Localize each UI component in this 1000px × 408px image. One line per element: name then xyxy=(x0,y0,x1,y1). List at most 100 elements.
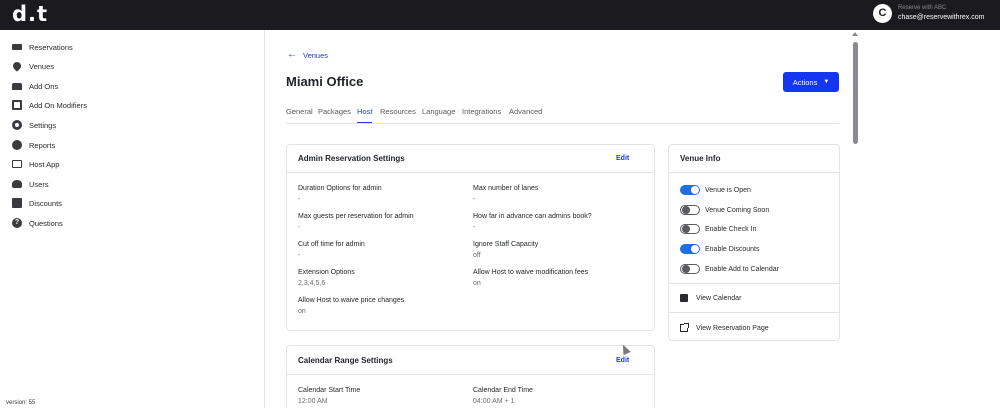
card-title: Admin Reservation Settings xyxy=(298,154,405,163)
tab-language[interactable]: Language xyxy=(422,107,455,123)
user-org: Reserve with ABC xyxy=(898,5,947,11)
toggle-row-check-in: Enable Check In xyxy=(680,223,756,235)
sidebar-item-users[interactable]: Users xyxy=(12,176,49,192)
card-divider xyxy=(669,312,839,313)
reports-icon xyxy=(12,140,22,150)
sidebar-item-label: Reports xyxy=(29,140,56,150)
users-icon xyxy=(12,180,22,188)
card-title: Venue Info xyxy=(680,154,721,163)
actions-button[interactable]: Actions ▼ xyxy=(783,72,839,92)
discount-icon xyxy=(12,198,22,208)
tab-integrations[interactable]: Integrations xyxy=(462,107,501,123)
top-bar: d.t C Reserve with ABC chase@reservewith… xyxy=(0,0,1000,30)
sidebar-item-label: Add On Modifiers xyxy=(29,100,87,110)
card-divider xyxy=(669,283,839,284)
field-label: Extension Options xyxy=(298,269,355,276)
sidebar-item-settings[interactable]: Settings xyxy=(12,117,56,133)
sidebar-item-label: Users xyxy=(29,179,49,189)
toggle-row-discounts: Enable Discounts xyxy=(680,243,759,255)
tab-general[interactable]: General xyxy=(286,107,313,123)
external-link-icon xyxy=(680,323,689,332)
sidebar-item-questions[interactable]: ? Questions xyxy=(12,215,63,231)
app-logo[interactable]: d.t xyxy=(12,3,48,25)
scrollbar-thumb[interactable] xyxy=(853,42,858,144)
field-value: 2,3,4,5,6 xyxy=(298,280,326,287)
scroll-up-arrow-icon[interactable] xyxy=(852,32,858,36)
monitor-icon xyxy=(12,160,22,168)
field-value: on xyxy=(298,308,306,315)
venue-open-toggle[interactable] xyxy=(680,185,700,195)
sidebar-item-discounts[interactable]: Discounts xyxy=(12,195,62,211)
tab-resources[interactable]: Resources xyxy=(380,107,416,123)
sidebar-item-host-app[interactable]: Host App xyxy=(12,156,59,172)
sidebar: Reservations Venues Add Ons Add On Modif… xyxy=(0,30,265,408)
calendar-range-settings-card: Calendar Range Settings Edit Calendar St… xyxy=(286,345,655,408)
card-divider xyxy=(669,172,839,173)
field-label: Allow Host to waive price changes xyxy=(298,297,405,304)
field-value: 12:00 AM xyxy=(298,398,328,405)
user-email[interactable]: chase@reservewithrex.com xyxy=(898,14,984,21)
sidebar-item-label: Host App xyxy=(29,159,60,169)
chevron-down-icon: ▼ xyxy=(823,79,830,85)
toggle-row-add-to-calendar: Enable Add to Calendar xyxy=(680,263,779,275)
sidebar-item-label: Add Ons xyxy=(29,81,59,91)
field-label: Max guests per reservation for admin xyxy=(298,213,414,220)
sidebar-item-label: Questions xyxy=(29,218,63,228)
sidebar-item-label: Discounts xyxy=(29,198,62,208)
enable-discounts-toggle[interactable] xyxy=(680,244,700,254)
toggle-row-coming-soon: Venue Coming Soon xyxy=(680,204,769,216)
toggle-label: Venue is Open xyxy=(705,186,751,194)
actions-label: Actions xyxy=(792,77,818,87)
field-value: 04:00 AM + 1 xyxy=(473,398,515,405)
toggle-label: Venue Coming Soon xyxy=(705,206,770,214)
admin-reservation-settings-card: Admin Reservation Settings Edit Duration… xyxy=(286,144,655,331)
question-icon: ? xyxy=(12,218,22,228)
card-title: Calendar Range Settings xyxy=(298,356,393,365)
sidebar-item-add-on-modifiers[interactable]: Add On Modifiers xyxy=(12,97,87,113)
field-value: - xyxy=(473,196,476,203)
toggle-label: Enable Add to Calendar xyxy=(705,265,779,273)
enable-check-in-toggle[interactable] xyxy=(680,224,700,234)
sidebar-item-venues[interactable]: Venues xyxy=(11,58,55,74)
sidebar-item-label: Reservations xyxy=(29,42,73,52)
sidebar-item-label: Venues xyxy=(29,61,55,71)
page-title: Miami Office xyxy=(286,74,364,89)
card-divider xyxy=(287,172,654,173)
tab-advanced[interactable]: Advanced xyxy=(509,107,542,123)
venue-coming-soon-toggle[interactable] xyxy=(680,205,700,215)
field-label: Allow Host to waive modification fees xyxy=(473,269,589,276)
field-value: on xyxy=(473,280,481,287)
back-arrow-icon[interactable]: ← xyxy=(287,50,297,60)
field-value: - xyxy=(298,224,301,231)
toggle-row-venue-open: Venue is Open xyxy=(680,184,751,196)
enable-add-to-calendar-toggle[interactable] xyxy=(680,264,700,274)
tab-packages[interactable]: Packages xyxy=(318,107,351,123)
field-label: Ignore Staff Capacity xyxy=(473,241,539,248)
sidebar-item-add-ons[interactable]: Add Ons xyxy=(12,78,58,94)
sidebar-item-reservations[interactable]: Reservations xyxy=(12,39,73,55)
tab-bar: General Packages Host Resources Language… xyxy=(286,102,839,124)
field-label: Max number of lanes xyxy=(473,185,539,192)
sidebar-item-label: Settings xyxy=(29,120,57,130)
field-value: - xyxy=(473,224,476,231)
field-label: Calendar Start Time xyxy=(298,387,361,394)
link-label: View Calendar xyxy=(696,294,742,302)
edit-calendar-range-button[interactable]: Edit xyxy=(616,357,629,364)
map-pin-icon xyxy=(11,60,23,72)
field-value: - xyxy=(298,196,301,203)
edit-admin-settings-button[interactable]: Edit xyxy=(616,155,629,162)
field-label: Calendar End Time xyxy=(473,387,533,394)
card-divider xyxy=(287,374,654,375)
gear-icon xyxy=(12,120,22,130)
field-value: - xyxy=(298,252,301,259)
view-calendar-link[interactable]: View Calendar xyxy=(680,292,741,304)
view-reservation-page-link[interactable]: View Reservation Page xyxy=(680,322,769,334)
sidebar-item-reports[interactable]: Reports xyxy=(12,137,55,153)
user-avatar[interactable]: C xyxy=(873,4,892,23)
back-link[interactable]: Venues xyxy=(303,51,328,60)
venue-info-card: Venue Info Venue is Open Venue Coming So… xyxy=(668,144,840,341)
modifiers-icon xyxy=(12,100,22,110)
calendar-icon xyxy=(680,294,688,302)
field-label: Duration Options for admin xyxy=(298,185,382,192)
tab-host[interactable]: Host xyxy=(357,107,373,123)
